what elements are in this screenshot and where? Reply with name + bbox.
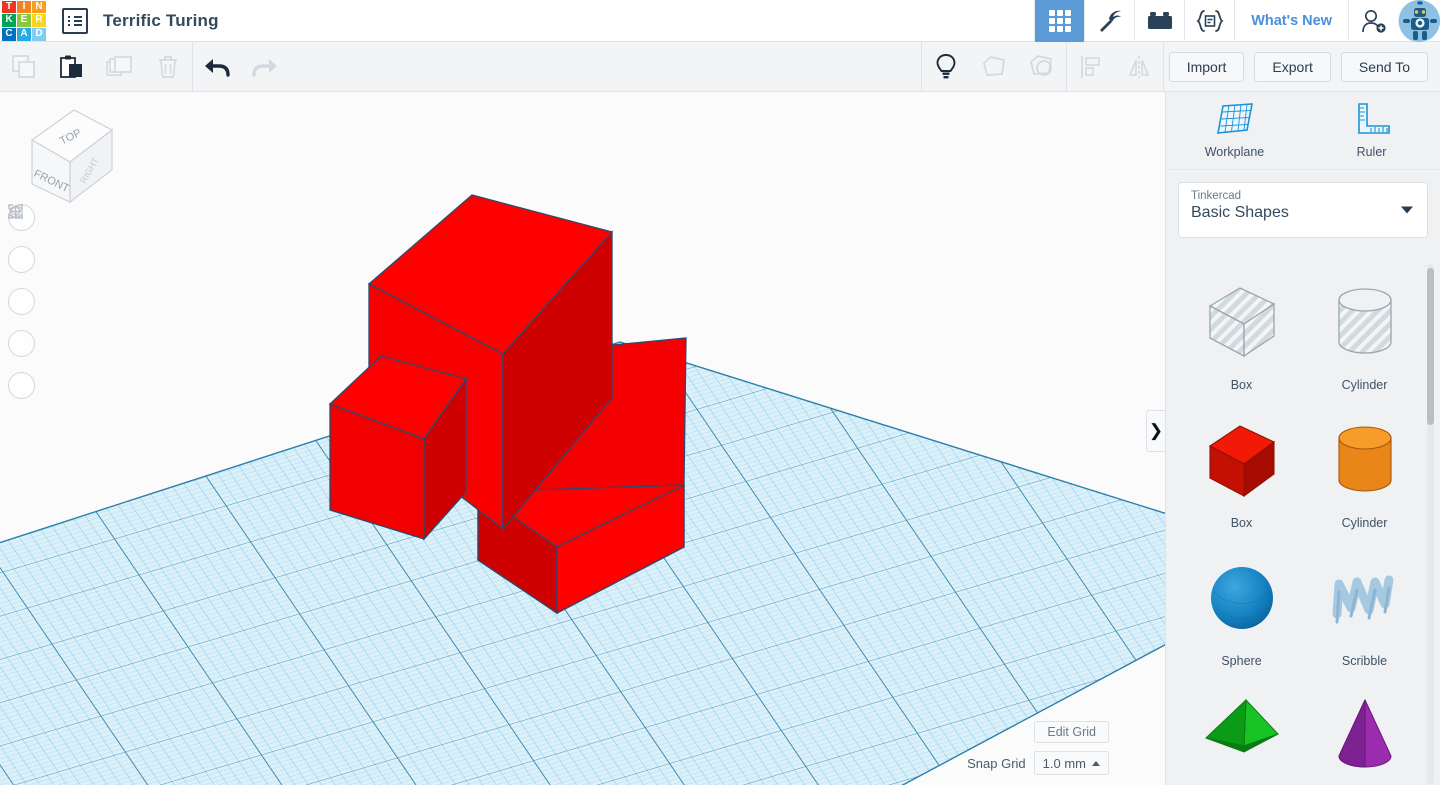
designs-grid-icon[interactable] bbox=[1034, 0, 1085, 42]
shape-pyramid-green[interactable]: Pyramid bbox=[1180, 688, 1303, 785]
group-button[interactable] bbox=[970, 42, 1018, 92]
shape-cylinder-orange[interactable]: Cylinder bbox=[1303, 412, 1426, 530]
import-button[interactable]: Import bbox=[1168, 51, 1245, 82]
logo-tile-a: A bbox=[17, 27, 31, 41]
logo-tile-i: I bbox=[17, 0, 31, 14]
send-to-button[interactable]: Send To bbox=[1340, 51, 1428, 82]
box-hole-icon bbox=[1194, 274, 1290, 370]
workplane-tool-label: Workplane bbox=[1204, 145, 1265, 159]
shape-box-red[interactable]: Box bbox=[1180, 412, 1303, 530]
logo-tile-c: C bbox=[2, 27, 16, 41]
logo-tile-n: N bbox=[32, 0, 46, 14]
snap-grid-value: 1.0 mm bbox=[1042, 755, 1086, 771]
shape-label: Cylinder bbox=[1341, 378, 1388, 392]
shape-cylinder-hole[interactable]: Cylinder bbox=[1303, 274, 1426, 392]
copy-button[interactable] bbox=[0, 42, 48, 92]
shape-label: Scribble bbox=[1341, 654, 1388, 668]
avatar[interactable] bbox=[1398, 0, 1440, 42]
light-bulb-button[interactable] bbox=[922, 42, 970, 92]
cylinder-orange-icon bbox=[1317, 412, 1413, 508]
logo-tile-e: E bbox=[17, 14, 31, 27]
logo-tile-d: D bbox=[32, 27, 46, 41]
ruler-tool-label: Ruler bbox=[1356, 145, 1387, 159]
shape-scribble[interactable]: Scribble bbox=[1303, 550, 1426, 668]
cylinder-hole-icon bbox=[1317, 274, 1413, 370]
box-red-icon bbox=[1194, 412, 1290, 508]
main-toolbar: Import Export Send To bbox=[0, 41, 1440, 92]
workplane-icon bbox=[1214, 102, 1256, 139]
caret-up-icon bbox=[1092, 760, 1100, 766]
redo-button[interactable] bbox=[241, 42, 289, 92]
shape-library-dropdown[interactable]: Tinkercad Basic Shapes bbox=[1178, 182, 1428, 238]
page-title: Terrific Turing bbox=[103, 10, 219, 30]
undo-button[interactable] bbox=[193, 42, 241, 92]
delete-button[interactable] bbox=[144, 42, 192, 92]
snap-grid-dropdown[interactable]: 1.0 mm bbox=[1033, 751, 1109, 775]
shape-label: Cylinder bbox=[1341, 516, 1388, 530]
shapes-panel: Workplane Ruler Tinkercad Basic Shapes B… bbox=[1165, 92, 1440, 785]
view-nav-buttons bbox=[8, 204, 35, 414]
logo-tile-t: T bbox=[2, 0, 16, 14]
panel-tools: Workplane Ruler bbox=[1166, 92, 1440, 170]
mirror-button[interactable] bbox=[1115, 42, 1163, 92]
shape-label: Box bbox=[1230, 378, 1253, 392]
library-owner: Tinkercad bbox=[1191, 190, 1242, 202]
lego-brick-icon[interactable] bbox=[1134, 0, 1184, 42]
zoom-out-button[interactable] bbox=[8, 210, 35, 357]
edit-grid-button[interactable]: Edit Grid bbox=[1034, 721, 1109, 743]
cone-purple-icon bbox=[1317, 688, 1413, 784]
align-button[interactable] bbox=[1067, 42, 1115, 92]
duplicate-button[interactable] bbox=[96, 42, 144, 92]
shape-label: Sphere bbox=[1221, 654, 1262, 668]
library-collection: Basic Shapes bbox=[1191, 204, 1289, 221]
snap-grid-control: Snap Grid 1.0 mm bbox=[967, 751, 1109, 775]
red-box-short-left bbox=[328, 355, 468, 541]
zoom-in-button[interactable] bbox=[8, 206, 35, 315]
export-button[interactable]: Export bbox=[1254, 51, 1331, 82]
ruler-icon bbox=[1351, 102, 1393, 139]
shape-box-hole[interactable]: Box bbox=[1180, 274, 1303, 392]
view-cube[interactable]: TOP FRONT RIGHT bbox=[12, 102, 122, 212]
paste-button[interactable] bbox=[48, 42, 96, 92]
snap-grid-label: Snap Grid bbox=[967, 755, 1026, 771]
logo-tile-r: R bbox=[32, 14, 46, 27]
add-user-icon[interactable] bbox=[1348, 0, 1398, 42]
minecraft-pickaxe-icon[interactable] bbox=[1084, 0, 1134, 42]
projection-toggle-button[interactable] bbox=[8, 204, 35, 399]
document-list-icon[interactable] bbox=[62, 7, 88, 34]
shape-label: Box bbox=[1230, 516, 1253, 530]
fit-to-view-button[interactable] bbox=[8, 204, 35, 273]
shapes-list: Box Cylinder Box Cylinder Sphere Scribbl… bbox=[1166, 264, 1440, 785]
workplane-tool[interactable]: Workplane bbox=[1166, 92, 1303, 169]
design-viewport[interactable]: TOP FRONT RIGHT Edit Grid Snap Grid 1.0 … bbox=[0, 92, 1165, 785]
top-header: T I N K E R C A D Terrific Turing What's… bbox=[0, 0, 1440, 42]
scribble-icon bbox=[1317, 550, 1413, 646]
scene-3d bbox=[0, 194, 1165, 785]
toolbar-divider-actions bbox=[1162, 41, 1164, 92]
logo-tile-k: K bbox=[2, 14, 16, 27]
pyramid-green-icon bbox=[1194, 688, 1290, 784]
collapse-panel-button[interactable]: ❯ bbox=[1146, 410, 1165, 452]
shape-sphere-blue[interactable]: Sphere bbox=[1180, 550, 1303, 668]
codeblocks-icon[interactable] bbox=[1184, 0, 1234, 42]
header-actions: What's New bbox=[1034, 0, 1440, 42]
whats-new-link[interactable]: What's New bbox=[1234, 0, 1348, 42]
ruler-tool[interactable]: Ruler bbox=[1303, 92, 1440, 169]
tinkercad-logo[interactable]: T I N K E R C A D bbox=[2, 0, 46, 41]
chevron-down-icon bbox=[1401, 206, 1413, 214]
ungroup-button[interactable] bbox=[1018, 42, 1066, 92]
sphere-blue-icon bbox=[1194, 550, 1290, 646]
shape-cone-purple[interactable]: Cone bbox=[1303, 688, 1426, 785]
